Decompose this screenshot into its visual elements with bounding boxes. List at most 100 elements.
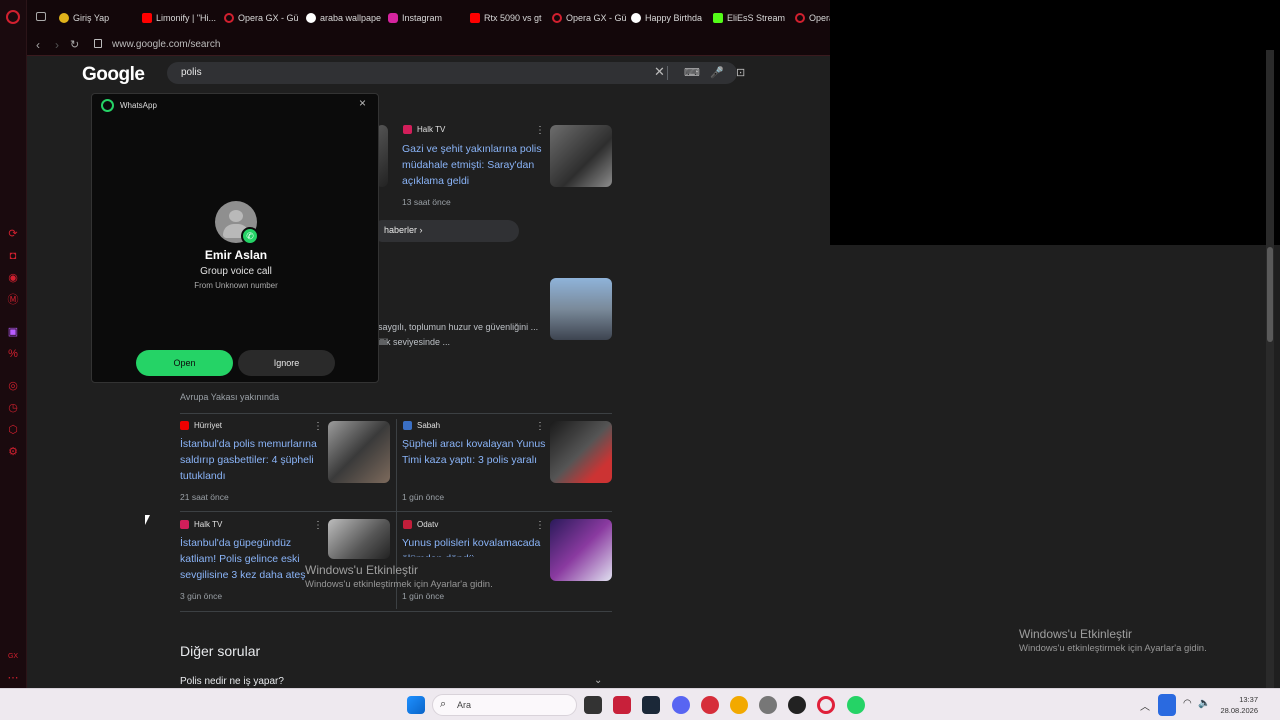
news-headline[interactable]: Şüpheli aracı kovalayan Yunus Timi kaza … — [402, 436, 550, 468]
source-label: Halk TV — [194, 520, 223, 529]
screen: ⟳ ◘ ◉ Ⓜ ▣ % ◎ ◷ ⬡ ⚙ GX ⋯ Giriş Yap Limon… — [0, 0, 1280, 720]
clear-icon[interactable]: ✕ — [654, 64, 665, 80]
tab-bar: Giriş Yap Limonify | "Hi... Opera GX - G… — [27, 0, 830, 34]
news-thumbnail[interactable] — [550, 421, 612, 483]
ignore-button[interactable]: Ignore — [238, 350, 335, 376]
microphone-icon[interactable] — [1158, 694, 1176, 716]
more-options-icon[interactable]: ⋮ — [535, 125, 545, 136]
news-thumbnail[interactable] — [550, 519, 612, 581]
google-logo[interactable]: Google — [82, 64, 145, 86]
twitch-icon[interactable]: ▣ — [7, 326, 19, 338]
scrollbar-thumb[interactable] — [1267, 247, 1273, 342]
opera-icon[interactable] — [817, 696, 835, 714]
scrollbar[interactable] — [1266, 50, 1274, 690]
more-news-button[interactable]: haberler › — [372, 220, 519, 242]
opera-logo-icon[interactable] — [6, 10, 20, 24]
search-box[interactable]: polis ✕ ⌨ 🎤 ⊡ — [167, 62, 745, 84]
messenger-icon[interactable]: ◉ — [7, 272, 19, 284]
wifi-icon[interactable]: ◠ — [1183, 698, 1192, 709]
whatsapp-icon — [101, 99, 114, 112]
tab-label: Instagram — [402, 13, 443, 23]
clock-date: 28.08.2026 — [1220, 706, 1258, 715]
task-view-icon[interactable] — [584, 696, 602, 714]
clock-icon[interactable]: ◷ — [7, 402, 19, 414]
tab-eliess[interactable]: EliEsS Stream — [713, 10, 789, 26]
bag-icon[interactable]: ◘ — [7, 250, 19, 262]
close-icon[interactable]: × — [359, 96, 366, 110]
news-thumbnail[interactable] — [550, 125, 612, 187]
divider — [180, 611, 612, 612]
forward-icon[interactable]: › — [55, 38, 59, 52]
refresh-icon[interactable]: ⟳ — [7, 228, 19, 240]
more-options-icon[interactable]: ⋮ — [313, 520, 323, 531]
article-thumbnail[interactable] — [550, 278, 612, 340]
reload-icon[interactable]: ↻ — [70, 38, 79, 51]
gx-icon[interactable]: GX — [7, 651, 19, 663]
clock-time: 13:37 — [1239, 695, 1258, 704]
tab-opera-gx-1[interactable]: Opera GX - Gü — [224, 10, 300, 26]
tab-giris[interactable]: Giriş Yap — [59, 10, 135, 26]
taskbar-clock[interactable]: 13:37 28.08.2026 — [1220, 694, 1258, 716]
steam-icon[interactable] — [642, 696, 660, 714]
chevron-down-icon[interactable]: ⌄ — [594, 675, 602, 686]
taskbar-search[interactable]: ⌕ Ara — [432, 694, 577, 716]
cube-icon[interactable]: ⬡ — [7, 424, 19, 436]
news-headline[interactable]: Gazi ve şehit yakınlarına polis müdahale… — [402, 141, 550, 189]
tab-list-icon[interactable] — [36, 12, 46, 21]
popup-title: WhatsApp — [120, 101, 157, 110]
hurriyet-icon — [180, 421, 189, 430]
windows-start-icon[interactable] — [407, 696, 425, 714]
volume-icon[interactable]: 🔈 — [1198, 698, 1210, 709]
news-time: 1 gün önce — [402, 591, 445, 601]
activation-watermark-title: Windows'u Etkinleştir — [1019, 627, 1132, 641]
taskbar-search-placeholder: Ara — [457, 700, 472, 710]
source-label: Odatv — [417, 520, 439, 529]
tab-label: Opera — [809, 13, 830, 23]
back-icon[interactable]: ‹ — [36, 38, 40, 52]
lens-icon[interactable]: ⊡ — [736, 66, 745, 79]
url-field[interactable]: www.google.com/search — [112, 39, 220, 50]
mic-icon[interactable]: 🎤 — [710, 66, 724, 79]
more-options-icon[interactable]: ⋮ — [313, 421, 323, 432]
app-icon[interactable] — [701, 696, 719, 714]
app-icon[interactable] — [788, 696, 806, 714]
tab-opera[interactable]: Opera — [795, 10, 830, 26]
chrome-icon[interactable] — [730, 696, 748, 714]
avatar-head — [229, 210, 243, 222]
odatv-icon — [403, 520, 412, 529]
news-thumbnail[interactable] — [328, 519, 390, 559]
tab-araba[interactable]: araba wallpape — [306, 10, 382, 26]
whatsapp-icon[interactable] — [847, 696, 865, 714]
more-options-icon[interactable]: ⋮ — [535, 421, 545, 432]
more-icon[interactable]: ⋯ — [7, 672, 19, 684]
percent-icon[interactable]: % — [7, 348, 19, 360]
tab-happy-birthday[interactable]: Happy Birthda — [631, 10, 707, 26]
news-headline[interactable]: İstanbul'da güpegündüz katliam! Polis ge… — [180, 535, 325, 583]
search-icon: ⌕ — [440, 698, 447, 710]
tab-rtx[interactable]: Rtx 5090 vs gt — [470, 10, 546, 26]
m-icon[interactable]: Ⓜ — [7, 294, 19, 306]
app-icon[interactable] — [613, 696, 631, 714]
tab-instagram[interactable]: Instagram — [388, 10, 464, 26]
halktv-icon — [403, 125, 412, 134]
settings-icon[interactable] — [759, 696, 777, 714]
news-time: 3 gün önce — [180, 591, 223, 601]
chevron-up-icon[interactable]: ︿ — [1140, 698, 1150, 713]
faq-item[interactable]: Polis nedir ne iş yapar? — [180, 676, 284, 687]
player-icon[interactable]: ◎ — [7, 380, 19, 392]
activation-watermark-subtitle: Windows'u etkinleştirmek için Ayarlar'a … — [1019, 643, 1207, 654]
sabah-icon — [403, 421, 412, 430]
news-headline[interactable]: İstanbul'da polis memurlarına saldırıp g… — [180, 436, 325, 484]
tab-limonify[interactable]: Limonify | "Hi... — [142, 10, 218, 26]
tab-opera-gx-2[interactable]: Opera GX - Gü — [552, 10, 628, 26]
open-button[interactable]: Open — [136, 350, 233, 376]
discord-icon[interactable] — [672, 696, 690, 714]
more-options-icon[interactable]: ⋮ — [535, 520, 545, 531]
settings-icon[interactable]: ⚙ — [7, 446, 19, 458]
news-thumbnail[interactable] — [328, 421, 390, 483]
search-input[interactable]: polis — [181, 67, 202, 78]
keyboard-icon[interactable]: ⌨ — [684, 66, 700, 79]
news-headline[interactable]: Yunus polisleri kovalamacada ölümden dön… — [402, 535, 550, 557]
source-label: Halk TV — [417, 125, 446, 134]
opera-icon — [795, 13, 805, 23]
